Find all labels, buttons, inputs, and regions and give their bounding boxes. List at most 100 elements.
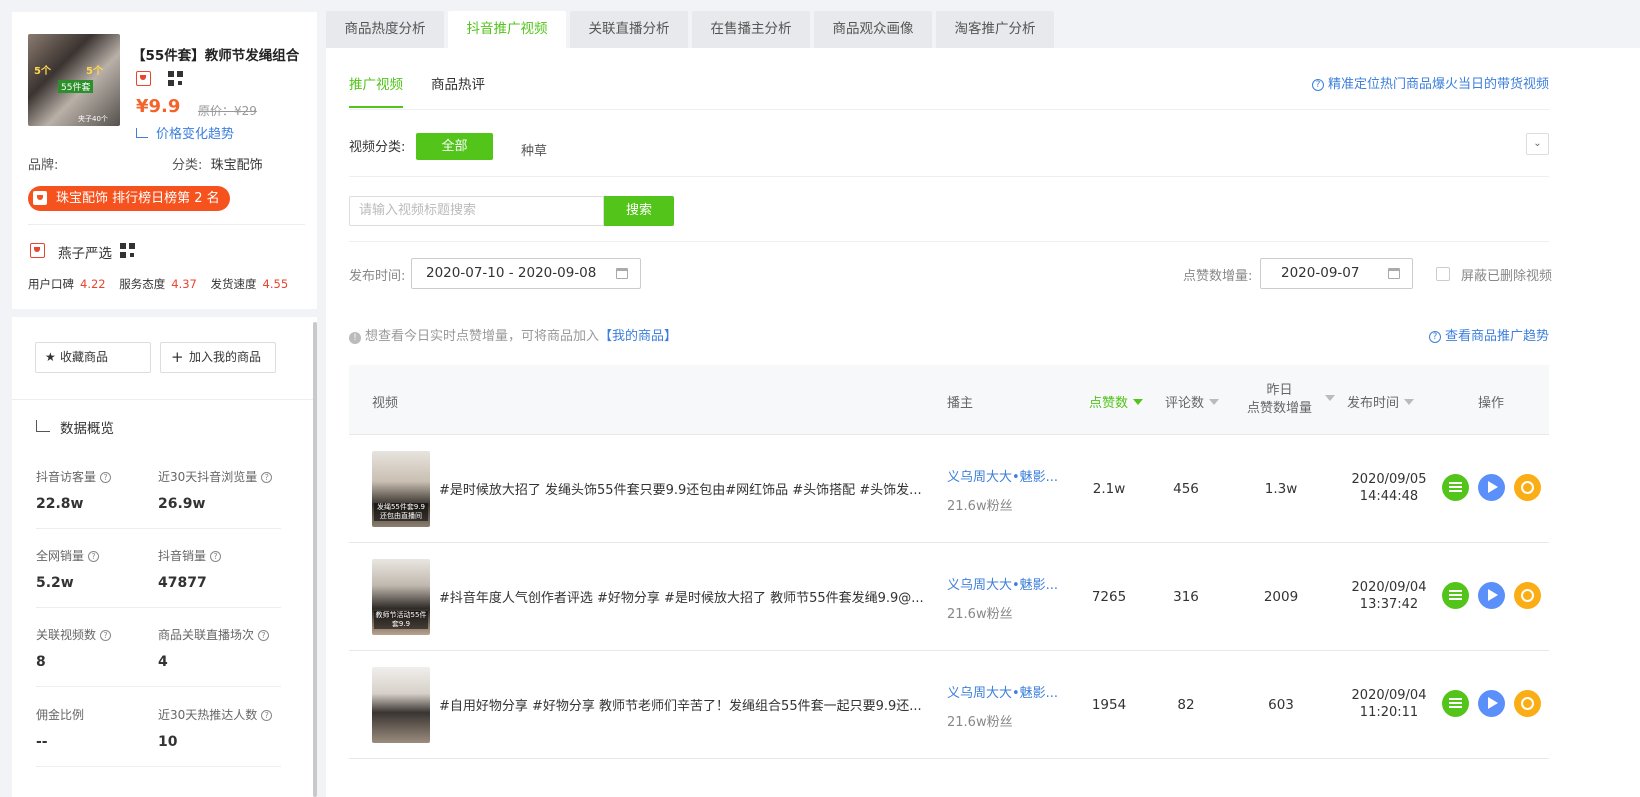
price-trend-link[interactable]: 价格变化趋势 [136,123,234,142]
my-products-link[interactable]: 【我的商品】 [599,329,677,344]
col-publish-time[interactable]: 发布时间 [1347,392,1415,411]
tab-host-analysis[interactable]: 在售播主分析 [692,11,810,48]
hide-deleted-checkbox[interactable] [1436,267,1450,281]
col-likes[interactable]: 点赞数 [1089,392,1144,411]
video-thumbnail[interactable]: 教师节活动55件套9.9 [372,559,430,635]
host-name-link[interactable]: 义乌周大大•魅影... [947,682,1062,701]
sort-down-icon [1209,399,1220,405]
divider [36,686,281,687]
shop-bag-icon[interactable] [136,71,151,86]
active-subtab-indicator [349,106,403,108]
video-thumbnail[interactable] [372,667,430,743]
stat-label: 全网销量? [36,547,100,564]
target-icon[interactable] [1514,690,1541,717]
detail-list-icon[interactable] [1442,582,1469,609]
play-icon[interactable] [1478,474,1505,501]
sort-down-icon[interactable] [1325,395,1335,401]
trend-chart-icon [36,420,50,432]
tab-audience-profile[interactable]: 商品观众画像 [814,11,932,48]
stat-value: 5.2w [36,575,74,591]
promo-trend-link[interactable]: ? 查看商品推广趋势 [1428,325,1549,344]
product-image[interactable]: 5个 5个 55件套 夹子40个 [28,34,120,126]
host-name-link[interactable]: 义乌周大大•魅影... [947,466,1062,485]
col-comments[interactable]: 评论数 [1165,392,1220,411]
publish-date-range-picker[interactable]: 2020-07-10 - 2020-09-08 [411,258,641,289]
col-video: 视频 [372,396,399,411]
host-name-link[interactable]: 义乌周大大•魅影... [947,574,1062,593]
filter-all-button[interactable]: 全部 [416,133,493,160]
help-icon: ? [100,472,112,483]
hint-link[interactable]: ? 精准定位热门商品爆火当日的带货视频 [1311,73,1549,92]
hide-deleted-label: 屏蔽已删除视频 [1461,269,1553,284]
divider [36,528,281,529]
original-price: 原价：¥29 [198,104,257,118]
divider [349,109,1549,110]
detail-list-icon[interactable] [1442,690,1469,717]
chart-icon [136,128,148,138]
add-to-my-products-button[interactable]: + 加入我的商品 [160,342,276,373]
scrollbar[interactable] [313,322,317,797]
category-info: 分类: 珠宝配饰 [172,158,263,173]
calendar-icon [1388,268,1400,279]
video-title[interactable]: #是时候放大招了 发绳头饰55件套只要9.9还包由#网红饰品 #头饰搭配 #头饰… [439,479,929,498]
publish-time-label: 发布时间: [349,269,406,284]
publish-time: 2020/09/05 14:44:48 [1351,472,1427,504]
help-icon: ? [210,551,222,562]
sort-down-icon [1133,399,1144,405]
shop-name[interactable]: 燕子严选 [58,242,112,262]
video-search-input[interactable]: 请输入视频标题搜索 [349,196,604,226]
help-icon: ? [258,630,270,641]
chevron-down-icon[interactable]: ⌄ [1526,133,1549,155]
yesterday-likes-value: 2009 [1263,589,1299,605]
col-yesterday-likes[interactable]: 昨日 点赞数增量 [1247,382,1312,418]
video-thumbnail[interactable]: 发绳55件套9.9还包由直播间 [372,451,430,527]
brand-label: 品牌: [28,158,59,173]
col-host: 播主 [947,396,974,411]
likes-date-picker[interactable]: 2020-09-07 [1260,258,1413,289]
stat-value: 10 [158,734,178,750]
video-title[interactable]: #自用好物分享 #好物分享 教师节老师们辛苦了！发绳组合55件套一起只要9.9还… [439,695,929,714]
score-item: 发货速度 4.55 [210,277,289,291]
play-icon[interactable] [1478,582,1505,609]
divider [349,241,1549,242]
publish-time: 2020/09/04 11:20:11 [1351,688,1427,720]
divider [12,399,317,400]
star-icon: ★ [45,350,56,364]
search-button[interactable]: 搜索 [604,196,674,226]
help-icon: ? [88,551,100,562]
video-title[interactable]: #抖音年度人气创作者评选 #好物分享 #是时候放大招了 教师节55件套发绳9.9… [439,587,929,606]
shop-qr-code-icon[interactable] [120,243,135,258]
target-icon[interactable] [1514,474,1541,501]
stat-value: 26.9w [158,496,206,512]
category-filter-label: 视频分类: [349,140,406,155]
detail-list-icon[interactable] [1442,474,1469,501]
play-icon[interactable] [1478,690,1505,717]
favorite-button[interactable]: ★ 收藏商品 [35,342,151,373]
divider [349,176,1549,177]
tab-promo-videos[interactable]: 抖音推广视频 [448,11,566,48]
target-icon[interactable] [1514,582,1541,609]
comments-value: 82 [1177,697,1195,713]
host-fans: 21.6w粉丝 [947,715,1013,730]
qr-code-icon[interactable] [168,71,183,86]
tab-heat-analysis[interactable]: 商品热度分析 [326,11,444,48]
bag-icon [33,191,47,205]
host-fans: 21.6w粉丝 [947,607,1013,622]
rank-badge[interactable]: 珠宝配饰 排行榜日榜第 2 名 [28,186,230,211]
subtab-promo-videos[interactable]: 推广视频 [349,73,403,93]
plus-icon: + [171,348,184,366]
subtab-hot-reviews[interactable]: 商品热评 [431,73,485,93]
stat-label: 抖音访客量? [36,468,112,485]
likes-value: 1954 [1091,697,1127,713]
help-icon: ? [100,630,112,641]
tab-taoke-analysis[interactable]: 淘客推广分析 [936,11,1054,48]
help-icon: ? [1428,331,1441,343]
comments-value: 456 [1173,481,1199,497]
tab-live-analysis[interactable]: 关联直播分析 [570,11,688,48]
stat-value: 47877 [158,575,207,591]
section-gap [12,309,317,317]
sort-down-icon [1404,399,1415,405]
likes-value: 2.1w [1092,481,1126,497]
product-title[interactable]: 【55件套】教师节发绳组合 [132,44,299,64]
filter-seed-button[interactable]: 种草 [521,140,547,159]
